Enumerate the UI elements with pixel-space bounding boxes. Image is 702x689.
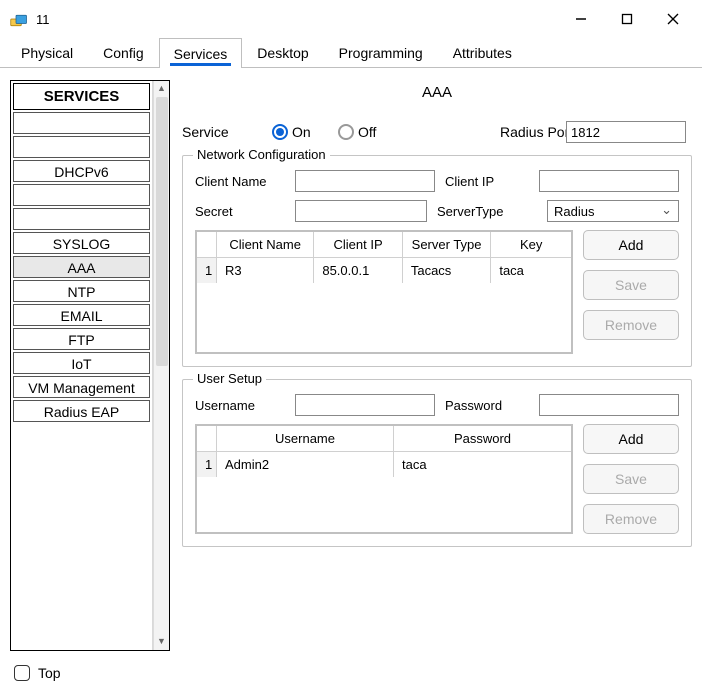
minimize-button[interactable] [558, 4, 604, 34]
top-checkbox-label: Top [38, 665, 61, 681]
scroll-down-icon[interactable]: ▼ [154, 634, 169, 650]
tab-programming[interactable]: Programming [324, 37, 438, 67]
us-col-rownum [197, 426, 217, 451]
server-type-select[interactable]: Radius [547, 200, 679, 222]
password-label: Password [445, 398, 529, 413]
nc-col-rownum [197, 232, 217, 257]
nc-row-server-type: Tacacs [403, 258, 492, 283]
tab-services-label: Services [174, 46, 228, 62]
us-add-button[interactable]: Add [583, 424, 679, 454]
network-configuration-legend: Network Configuration [193, 147, 330, 162]
scroll-up-icon[interactable]: ▲ [154, 81, 169, 97]
us-remove-button[interactable]: Remove [583, 504, 679, 534]
nc-col-client-ip: Client IP [314, 232, 403, 257]
tab-attributes[interactable]: Attributes [438, 37, 527, 67]
radius-port-label: Radius Port [500, 124, 560, 140]
user-setup-legend: User Setup [193, 371, 266, 386]
client-ip-label: Client IP [445, 174, 529, 189]
service-off-label: Off [358, 124, 376, 140]
us-col-password: Password [394, 426, 571, 451]
nc-remove-button[interactable]: Remove [583, 310, 679, 340]
secret-input[interactable] [295, 200, 427, 222]
username-label: Username [195, 398, 285, 413]
app-icon [10, 10, 28, 28]
nc-add-button[interactable]: Add [583, 230, 679, 260]
sidebar-item-syslog[interactable]: SYSLOG [13, 232, 150, 254]
nc-save-button[interactable]: Save [583, 270, 679, 300]
sidebar-item-dhcpv6[interactable]: DHCPv6 [13, 160, 150, 182]
service-on-radio[interactable]: On [272, 124, 332, 140]
nc-row-client-ip: 85.0.0.1 [314, 258, 403, 283]
sidebar-item-blank-2[interactable] [13, 136, 150, 158]
sidebar-scrollbar[interactable]: ▲ ▼ [153, 81, 169, 650]
username-input[interactable] [295, 394, 435, 416]
sidebar-item-radius-eap[interactable]: Radius EAP [13, 400, 150, 422]
us-save-button[interactable]: Save [583, 464, 679, 494]
tab-bar: Physical Config Services Desktop Program… [0, 38, 702, 68]
nc-row-idx: 1 [197, 258, 217, 283]
sidebar-item-ftp[interactable]: FTP [13, 328, 150, 350]
tab-desktop[interactable]: Desktop [242, 37, 323, 67]
close-button[interactable] [650, 4, 696, 34]
sidebar-item-aaa[interactable]: AAA [13, 256, 150, 278]
client-name-label: Client Name [195, 174, 285, 189]
radio-off-icon [338, 124, 354, 140]
table-row[interactable]: 1 Admin2 taca [197, 452, 571, 477]
secret-label: Secret [195, 204, 285, 219]
users-table: Username Password 1 Admin2 taca [195, 424, 573, 534]
sidebar-item-blank-1[interactable] [13, 112, 150, 134]
nc-row-client-name: R3 [217, 258, 314, 283]
sidebar-item-blank-3[interactable] [13, 184, 150, 206]
service-off-radio[interactable]: Off [338, 124, 398, 140]
nc-col-client-name: Client Name [217, 232, 314, 257]
server-type-label: ServerType [437, 204, 537, 219]
sidebar-item-blank-4[interactable] [13, 208, 150, 230]
tab-physical[interactable]: Physical [6, 37, 88, 67]
scroll-thumb[interactable] [156, 97, 168, 366]
us-col-username: Username [217, 426, 394, 451]
network-configuration-group: Network Configuration Client Name Client… [182, 155, 692, 367]
top-checkbox[interactable] [14, 665, 30, 681]
radius-port-input[interactable]: 1812 [566, 121, 686, 143]
window-title: 11 [36, 12, 50, 27]
nc-row-key: taca [491, 258, 571, 283]
us-row-password: taca [394, 452, 571, 477]
client-ip-input[interactable] [539, 170, 679, 192]
tab-config[interactable]: Config [88, 37, 158, 67]
sidebar-header: SERVICES [13, 83, 150, 110]
nc-col-server-type: Server Type [403, 232, 492, 257]
sidebar-item-email[interactable]: EMAIL [13, 304, 150, 326]
maximize-button[interactable] [604, 4, 650, 34]
sidebar-item-iot[interactable]: IoT [13, 352, 150, 374]
password-input[interactable] [539, 394, 679, 416]
table-row[interactable]: 1 R3 85.0.0.1 Tacacs taca [197, 258, 571, 283]
nc-col-key: Key [491, 232, 571, 257]
panel-title: AAA [182, 80, 692, 109]
network-clients-table: Client Name Client IP Server Type Key 1 … [195, 230, 573, 354]
service-label: Service [182, 124, 266, 140]
radio-on-icon [272, 124, 288, 140]
us-row-username: Admin2 [217, 452, 394, 477]
sidebar-item-ntp[interactable]: NTP [13, 280, 150, 302]
sidebar-item-vm-management[interactable]: VM Management [13, 376, 150, 398]
services-sidebar: SERVICES DHCPv6 SYSLOG AAA NTP EMAIL FTP… [10, 80, 170, 651]
tab-services[interactable]: Services [159, 38, 243, 68]
us-row-idx: 1 [197, 452, 217, 477]
service-on-label: On [292, 124, 311, 140]
user-setup-group: User Setup Username Password Username Pa… [182, 379, 692, 547]
client-name-input[interactable] [295, 170, 435, 192]
